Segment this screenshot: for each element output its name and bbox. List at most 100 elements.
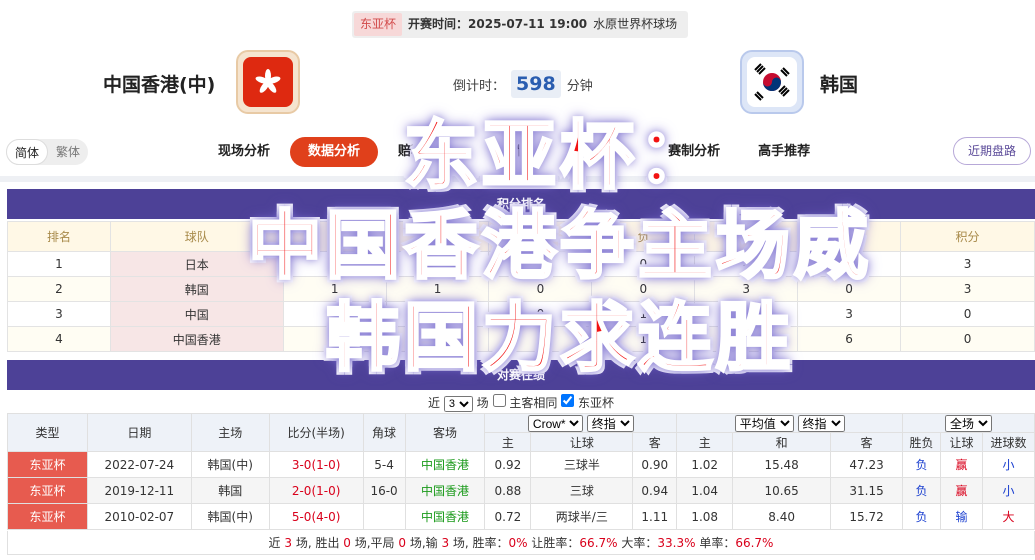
sub-avg-away: 客	[830, 432, 904, 452]
odds-kind-select[interactable]: 终指	[586, 414, 634, 432]
cup-filter-label: 东亚杯	[578, 396, 615, 410]
south-korea-flag-icon	[747, 57, 797, 107]
tab-lineup[interactable]: 阵容情报	[470, 137, 558, 167]
odds-home: 0.72	[484, 503, 532, 530]
avg-away: 15.72	[830, 503, 904, 530]
language-toggle: 简体 繁体	[6, 139, 89, 165]
standings-table: 排名 球队 赛 胜 平 负 得 失 积分 1 日本 1 1 0 0 6 1 3 …	[7, 221, 1035, 352]
avg-select[interactable]: 平均值	[734, 414, 794, 432]
competition-tag[interactable]: 东亚杯	[354, 13, 403, 36]
summary-text: 场, 胜率：	[449, 536, 509, 550]
rank: 3	[7, 301, 111, 327]
goals-against: 0	[797, 276, 902, 302]
table-row: 2 韩国 1 1 0 0 3 0 3	[7, 276, 1035, 302]
away-team[interactable]: 中国香港	[404, 503, 486, 530]
win: 1	[385, 276, 490, 302]
summary-text: 让胜率：	[527, 536, 580, 550]
countdown-value: 598	[511, 70, 561, 98]
result: 负	[902, 477, 941, 504]
win: 0	[385, 326, 490, 352]
away-team[interactable]: 中国香港	[404, 477, 486, 504]
avg-draw: 10.65	[732, 477, 832, 504]
h2h-summary: 近 3 场, 胜出 0 场,平局 0 场,输 3 场, 胜率：0% 让胜率：66…	[7, 531, 1035, 555]
filter-near-label: 近	[427, 396, 440, 410]
loss: 1	[591, 301, 696, 327]
team-link[interactable]: 韩国	[109, 276, 284, 302]
team-link[interactable]: 中国香港	[109, 326, 284, 352]
points: 3	[900, 276, 1035, 302]
summary-games: 3	[284, 536, 292, 550]
table-row: 4 中国香港 1 0 0 1 1 6 0	[7, 326, 1035, 352]
away-team[interactable]: 中国香港	[404, 451, 486, 478]
draw: 0	[488, 251, 593, 277]
result: 负	[902, 451, 941, 478]
draw: 0	[488, 301, 593, 327]
match-type[interactable]: 东亚杯	[7, 477, 88, 504]
home-team[interactable]: 韩国	[190, 477, 270, 504]
recent-odds-button[interactable]: 近期盘路	[952, 137, 1031, 165]
cup-filter-checkbox[interactable]	[561, 394, 575, 407]
tab-expert-picks[interactable]: 高手推荐	[740, 137, 828, 167]
tab-odds-analysis[interactable]: 赔率分析	[380, 137, 468, 167]
away-team-flag[interactable]	[740, 50, 804, 114]
summary-losses: 3	[441, 536, 450, 550]
match-type[interactable]: 东亚杯	[7, 451, 88, 478]
odds-home: 0.88	[484, 477, 532, 504]
tab-preview[interactable]: 赛前分析	[560, 137, 648, 167]
home-team-name[interactable]: 中国香港(中)	[103, 70, 215, 97]
avg-kind-select[interactable]: 终指	[797, 414, 845, 432]
summary-handicap-rate: 66.7%	[579, 536, 618, 550]
filter-unit-label: 场	[476, 396, 489, 410]
goals-for: 3	[694, 276, 799, 302]
odds-line: 三球	[530, 477, 634, 504]
table-row: 3 中国 1 0 0 1 0 3 0	[7, 301, 1035, 327]
h2h-table: 类型 日期 主场 比分(半场) 角球 客场 Crow* 终指 平均值 终指 全场…	[7, 413, 1035, 530]
lang-traditional-button[interactable]: 繁体	[48, 139, 88, 165]
odds-away: 1.11	[632, 503, 678, 530]
same-home-checkbox[interactable]	[492, 394, 506, 407]
home-team[interactable]: 韩国(中)	[190, 451, 270, 478]
goals-against: 6	[797, 326, 902, 352]
avg-away: 47.23	[830, 451, 904, 478]
col-date: 日期	[86, 413, 192, 452]
points: 0	[900, 301, 1035, 327]
same-home-label: 主客相同	[509, 396, 558, 410]
rank: 4	[7, 326, 111, 352]
home-team[interactable]: 韩国(中)	[190, 503, 270, 530]
team-link[interactable]: 日本	[109, 251, 284, 277]
match-score[interactable]: 2-0(1-0)	[268, 477, 364, 504]
sub-result: 胜负	[902, 432, 941, 452]
corners: 16-0	[362, 477, 406, 504]
venue: 水原世界杯球场	[593, 17, 678, 31]
loss: 0	[591, 276, 696, 302]
match-score[interactable]: 5-0(4-0)	[268, 503, 364, 530]
match-score[interactable]: 3-0(1-0)	[268, 451, 364, 478]
scope-select[interactable]: 全场	[945, 414, 992, 432]
tab-live-analysis[interactable]: 现场分析	[200, 137, 288, 167]
handicap-result: 赢	[939, 477, 983, 504]
table-row: 东亚杯 2022-07-24 韩国(中) 3-0(1-0) 5-4 中国香港 0…	[7, 451, 1035, 478]
odds-selectors: Crow* 终指	[484, 413, 678, 433]
col-score: 比分(半场)	[268, 413, 364, 452]
team-link[interactable]: 中国	[109, 301, 284, 327]
away-team-name[interactable]: 韩国	[820, 70, 858, 97]
tab-data-analysis[interactable]: 数据分析	[290, 137, 379, 167]
countdown-unit: 分钟	[566, 78, 593, 94]
sub-home: 主	[484, 432, 532, 452]
lang-simplified-button[interactable]: 简体	[6, 139, 49, 165]
games-count-select[interactable]: 3	[443, 396, 473, 412]
kickoff-time: 开赛时间：2025-07-11 19:00	[408, 17, 588, 31]
home-team-flag[interactable]	[236, 50, 300, 114]
corners	[362, 503, 406, 530]
win: 1	[385, 251, 490, 277]
h2h-header: 对赛往绩	[7, 360, 1035, 390]
analysis-navbar: 简体 繁体 现场分析 数据分析 赔率分析 阵容情报 赛前分析 赛制分析 高手推荐…	[0, 133, 1035, 171]
col-away: 客场	[404, 413, 486, 452]
standings-header-row: 排名 球队 赛 胜 平 负 得 失 积分	[7, 221, 1035, 252]
avg-draw: 15.48	[732, 451, 832, 478]
company-select[interactable]: Crow*	[527, 414, 583, 432]
played: 1	[282, 276, 387, 302]
divider	[0, 176, 1035, 182]
match-type[interactable]: 东亚杯	[7, 503, 88, 530]
tab-format-analysis[interactable]: 赛制分析	[650, 137, 738, 167]
